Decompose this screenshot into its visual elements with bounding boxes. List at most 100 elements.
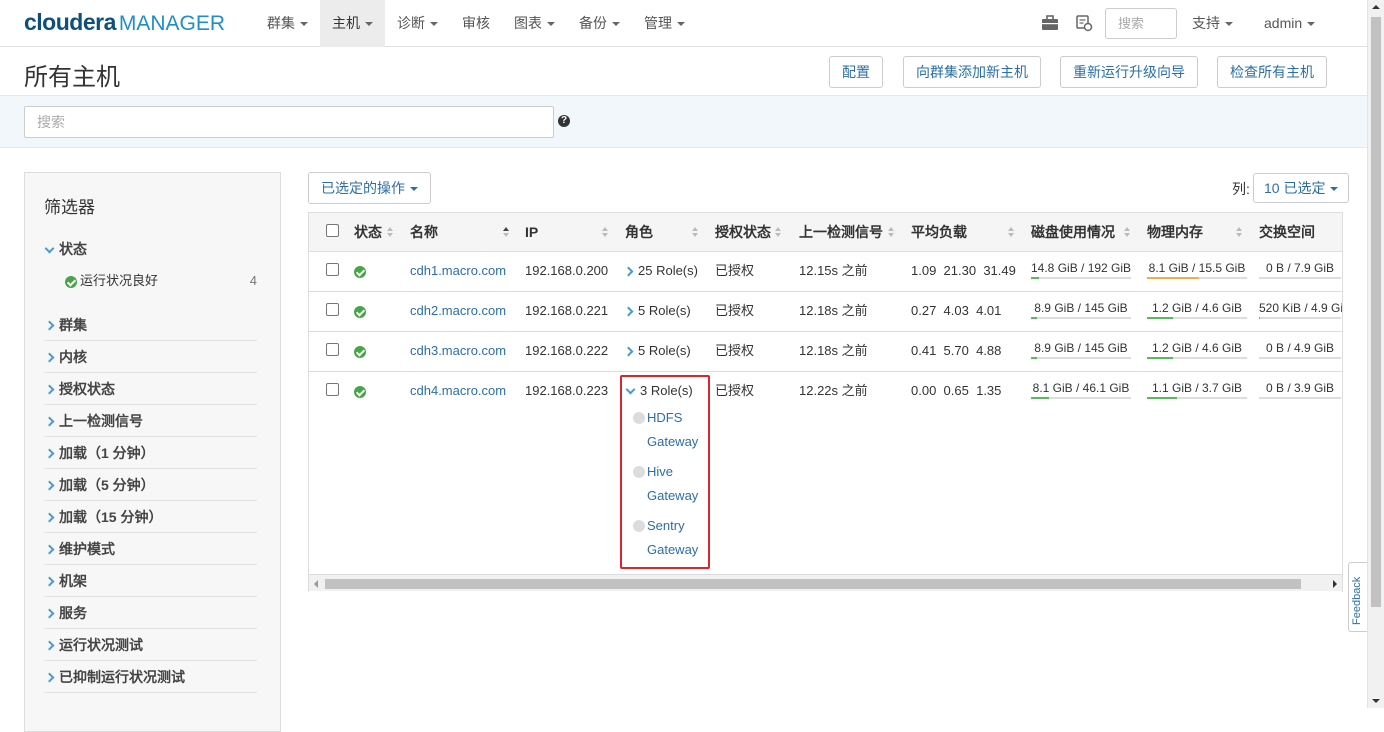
- memory-usage-text: 1.2 GiB / 4.6 GiB: [1151, 341, 1243, 355]
- swap-usage-text: 520 KiB / 4.9 GiB: [1259, 301, 1343, 315]
- row-checkbox[interactable]: [326, 263, 339, 276]
- running-commands-icon[interactable]: [1075, 14, 1093, 32]
- caret-down-icon: [430, 22, 438, 27]
- header-memory[interactable]: 物理内存: [1147, 213, 1203, 251]
- horizontal-scroll-thumb[interactable]: [325, 579, 1301, 589]
- help-icon[interactable]: ?: [558, 115, 570, 127]
- disk-usage-text: 8.9 GiB / 145 GiB: [1034, 341, 1128, 355]
- nav-clusters-label: 群集: [267, 15, 295, 31]
- nav-diagnostics-label: 诊断: [397, 15, 425, 31]
- selected-actions-dropdown[interactable]: 已选定的操作: [308, 172, 431, 204]
- scroll-up-icon[interactable]: [1372, 5, 1380, 9]
- header-license[interactable]: 授权状态: [715, 213, 771, 251]
- sort-icon[interactable]: [1008, 227, 1014, 237]
- disk-usage-fill: [1031, 357, 1037, 359]
- table-row: cdh3.macro.com 192.168.0.222 5 Role(s) 已…: [309, 332, 1342, 372]
- sort-icon[interactable]: [692, 227, 698, 237]
- header-roles[interactable]: 角色: [625, 213, 653, 251]
- filter-group-suppressed-tests[interactable]: 已抑制运行状况测试: [44, 661, 257, 693]
- host-name-link[interactable]: cdh1.macro.com: [410, 252, 506, 290]
- row-checkbox[interactable]: [326, 383, 339, 396]
- filter-group-license[interactable]: 授权状态: [44, 373, 257, 405]
- filter-group-label: 加载（1 分钟）: [59, 445, 155, 461]
- header-status[interactable]: 状态: [354, 213, 382, 251]
- page-vertical-scrollbar[interactable]: [1367, 0, 1384, 708]
- sort-icon[interactable]: [387, 227, 393, 237]
- roles-count: 5 Role(s): [638, 343, 691, 358]
- host-name-link[interactable]: cdh2.macro.com: [410, 292, 506, 330]
- scroll-left-icon[interactable]: [314, 580, 318, 588]
- filter-group-kernel[interactable]: 内核: [44, 341, 257, 373]
- vertical-scroll-thumb[interactable]: [1371, 17, 1381, 607]
- roles-toggle[interactable]: 5 Role(s): [623, 292, 691, 330]
- filter-group-rack[interactable]: 机架: [44, 565, 257, 597]
- filter-group-status[interactable]: 状态: [44, 233, 257, 265]
- table-row: cdh2.macro.com 192.168.0.221 5 Role(s) 已…: [309, 292, 1342, 332]
- header-disk[interactable]: 磁盘使用情况: [1031, 213, 1115, 251]
- load-1m: 0.41: [911, 343, 937, 358]
- horizontal-scrollbar[interactable]: [309, 574, 1342, 591]
- row-checkbox[interactable]: [326, 303, 339, 316]
- memory-usage-text: 1.2 GiB / 4.6 GiB: [1151, 301, 1243, 315]
- filters-title: 筛选器: [44, 198, 95, 217]
- host-name-link[interactable]: cdh4.macro.com: [410, 372, 506, 410]
- nav-hosts[interactable]: 主机: [320, 0, 385, 47]
- configure-button[interactable]: 配置: [829, 56, 883, 88]
- add-hosts-button[interactable]: 向群集添加新主机: [903, 56, 1041, 88]
- rerun-upgrade-wizard-button[interactable]: 重新运行升级向导: [1060, 56, 1198, 88]
- scroll-right-icon[interactable]: [1333, 580, 1337, 588]
- chevron-right-icon: [44, 320, 55, 331]
- filter-group-load-1m[interactable]: 加载（1 分钟）: [44, 437, 257, 469]
- nav-diagnostics[interactable]: 诊断: [385, 0, 450, 47]
- nav-audits[interactable]: 审核: [450, 0, 502, 47]
- columns-selector-dropdown[interactable]: 10 已选定: [1253, 173, 1350, 203]
- select-all-checkbox[interactable]: [326, 224, 339, 237]
- user-menu[interactable]: admin: [1264, 0, 1316, 46]
- filter-group-services[interactable]: 服务: [44, 597, 257, 629]
- roles-toggle[interactable]: 5 Role(s): [623, 332, 691, 370]
- feedback-tab[interactable]: Feedback: [1348, 562, 1367, 632]
- scroll-down-icon[interactable]: [1372, 699, 1380, 703]
- sort-asc-icon[interactable]: [503, 227, 509, 237]
- filter-group-cluster[interactable]: 群集: [44, 309, 257, 341]
- roles-toggle[interactable]: 25 Role(s): [623, 252, 698, 290]
- nav-charts[interactable]: 图表: [502, 0, 567, 47]
- header-name[interactable]: 名称: [410, 213, 438, 251]
- header-load[interactable]: 平均负载: [911, 213, 967, 251]
- memory-usage-fill: [1147, 277, 1199, 279]
- filter-group-health-tests[interactable]: 运行状况测试: [44, 629, 257, 661]
- sort-icon[interactable]: [1236, 227, 1242, 237]
- filter-group-maintenance[interactable]: 维护模式: [44, 533, 257, 565]
- disk-usage-bar: 8.1 GiB / 46.1 GiB: [1031, 381, 1131, 399]
- sort-icon[interactable]: [775, 227, 781, 237]
- disk-usage-bar: 8.9 GiB / 145 GiB: [1031, 341, 1131, 359]
- filter-group-load-5m[interactable]: 加载（5 分钟）: [44, 469, 257, 501]
- cloudera-manager-logo[interactable]: cloudera MANAGER: [24, 9, 225, 37]
- filter-option-good-health[interactable]: 运行状况良好 4: [65, 269, 257, 293]
- nav-clusters[interactable]: 群集: [255, 0, 320, 47]
- caret-down-icon: [1307, 22, 1316, 27]
- filter-group-label: 授权状态: [59, 381, 115, 397]
- nav-backup[interactable]: 备份: [567, 0, 632, 47]
- header-heartbeat[interactable]: 上一检测信号: [799, 213, 883, 251]
- logo-brand: cloudera: [24, 9, 116, 35]
- sort-icon[interactable]: [888, 227, 894, 237]
- roles-highlight-box: [620, 375, 710, 569]
- host-ip: 192.168.0.222: [525, 343, 609, 358]
- row-checkbox[interactable]: [326, 343, 339, 356]
- sort-icon[interactable]: [602, 227, 608, 237]
- header-ip[interactable]: IP: [525, 213, 538, 251]
- nav-administration[interactable]: 管理: [632, 0, 697, 47]
- filter-group-heartbeat[interactable]: 上一检测信号: [44, 405, 257, 437]
- memory-usage-fill: [1147, 317, 1173, 319]
- filter-group-load-15m[interactable]: 加载（15 分钟）: [44, 501, 257, 533]
- good-health-icon: [354, 305, 366, 318]
- support-menu[interactable]: 支持: [1192, 0, 1233, 46]
- host-search-input[interactable]: [24, 106, 554, 138]
- parcel-briefcase-icon[interactable]: [1041, 14, 1059, 32]
- global-search-input[interactable]: [1105, 8, 1177, 39]
- inspect-all-hosts-button[interactable]: 检查所有主机: [1217, 56, 1327, 88]
- host-name-link[interactable]: cdh3.macro.com: [410, 332, 506, 370]
- sort-icon[interactable]: [1124, 227, 1130, 237]
- header-swap[interactable]: 交换空间: [1259, 213, 1315, 251]
